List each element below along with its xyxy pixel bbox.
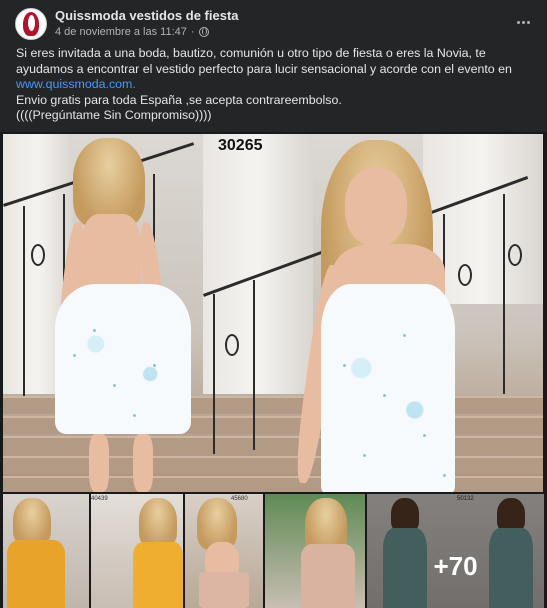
meta-separator: · (190, 26, 195, 38)
model-dress (55, 284, 191, 434)
sequin (153, 364, 156, 367)
model-dress (301, 544, 355, 608)
sequin (113, 384, 116, 387)
baluster (503, 194, 505, 394)
product-code-label: 30265 (218, 137, 263, 154)
sequin (363, 454, 366, 457)
main-photo[interactable]: 30265 (3, 134, 543, 492)
sequin (423, 434, 426, 437)
thumbnail-photo-5[interactable]: 50132 +70 (367, 494, 544, 608)
post-meta: 4 de noviembre a las 11:47 · (55, 26, 209, 38)
sequin (383, 394, 386, 397)
more-dot (521, 20, 525, 24)
thumbnail-photo-3[interactable]: 45680 (185, 494, 263, 608)
model-dress (199, 572, 249, 608)
post-text-line2: Envio gratis para toda España ,se acepta… (16, 92, 342, 107)
thumbnail-photo-2[interactable]: 40439 (91, 494, 183, 608)
photo-grid: 30265 40439 40439 45680 50132 +70 (0, 132, 547, 608)
post-text-line1: Si eres invitada a una boda, bautizo, co… (16, 46, 512, 76)
model-dress (133, 542, 183, 608)
sequin (73, 354, 76, 357)
page-avatar[interactable] (15, 8, 47, 40)
more-options-button[interactable] (511, 10, 535, 34)
railing-scroll (458, 264, 472, 286)
sequin (443, 474, 446, 477)
more-photos-overlay[interactable]: +70 (367, 494, 544, 608)
sequin (93, 329, 96, 332)
globe-icon[interactable] (198, 27, 209, 37)
post-body: Si eres invitada a una boda, bautizo, co… (16, 46, 536, 124)
baluster (23, 206, 25, 396)
logo-inner (28, 15, 35, 31)
thumbnail-code: 40439 (91, 496, 108, 502)
stair-step (3, 456, 543, 474)
thumbnail-code: 45680 (231, 496, 248, 502)
model-leg (89, 434, 109, 492)
post-header: Quissmoda vestidos de fiesta 4 de noviem… (0, 0, 547, 44)
baluster (253, 280, 255, 450)
wall-pillar (203, 134, 313, 394)
post-text-paragraph: Si eres invitada a una boda, bautizo, co… (16, 46, 536, 93)
railing-scroll (225, 334, 239, 356)
model-dress (321, 284, 455, 492)
stair-step (3, 476, 543, 492)
thumbnail-photo-4[interactable] (265, 494, 365, 608)
stair-step (3, 436, 543, 454)
model-dress (7, 540, 65, 608)
more-horizontal-icon (516, 20, 520, 24)
railing-scroll (31, 244, 45, 266)
baluster (213, 294, 215, 454)
post-text-line3: ((((Pregúntame Sin Compromiso)))) (16, 108, 212, 122)
model-leg (133, 434, 153, 492)
more-photos-count: +70 (433, 550, 478, 581)
railing-scroll (508, 244, 522, 266)
page-name-link[interactable]: Quissmoda vestidos de fiesta (55, 8, 239, 23)
more-dot (526, 20, 530, 24)
website-link[interactable]: www.quissmoda.com. (16, 77, 136, 91)
sequin (403, 334, 406, 337)
model-hair (139, 498, 177, 548)
sequin (343, 364, 346, 367)
sequin (133, 414, 136, 417)
thumbnail-photo-1[interactable]: 40439 (3, 494, 89, 608)
model-face (345, 168, 407, 246)
model-hair (13, 498, 51, 546)
post-timestamp[interactable]: 4 de noviembre a las 11:47 (55, 26, 187, 38)
